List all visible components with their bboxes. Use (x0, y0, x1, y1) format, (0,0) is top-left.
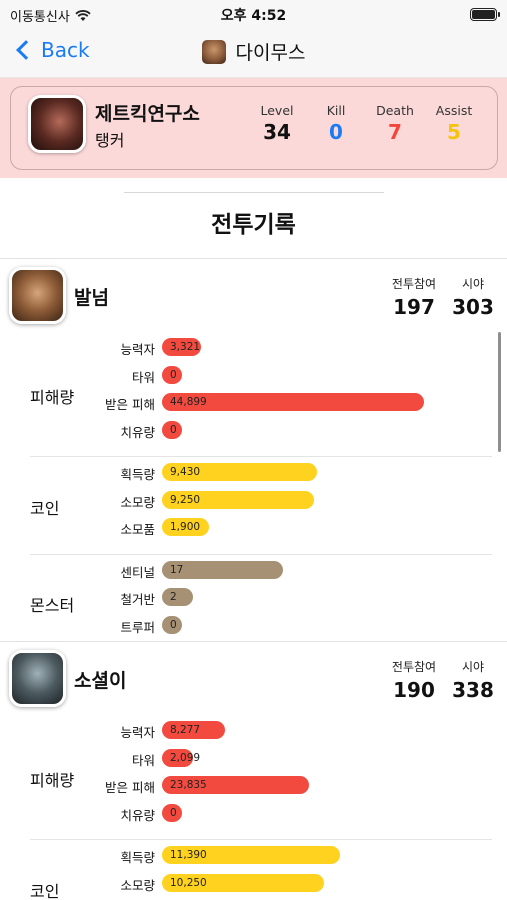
champion-stat-participation: 전투참여 197 (385, 275, 443, 319)
champion-name: 발넘 (74, 287, 109, 309)
champion-stat-vision: 시야 303 (450, 275, 496, 319)
row-label: 획득량 (120, 850, 155, 865)
stat-bar: 11,390 (162, 846, 341, 864)
stat-label: 전투참여 (391, 277, 437, 291)
stat-bar: 0 (162, 365, 182, 384)
stat-value: 303 (452, 295, 494, 319)
stat-label: 시야 (461, 660, 485, 674)
stat-kill: Kill 0 (306, 103, 366, 144)
row-label: 센티널 (120, 564, 155, 580)
stat-bar: 2,099 (162, 748, 200, 767)
stat-bar: 2 (162, 588, 194, 606)
champion-avatar (9, 650, 66, 707)
row-label: 받은 피해 (105, 780, 155, 795)
player-summary: 제트킥연구소 탱커 Level 34 Kill 0 Death 7 Assist… (0, 78, 507, 178)
stat-group: 코인 획득량 9,430 소모량 9,250 소모품 1,900 (0, 457, 507, 555)
row-label: 능력자 (120, 725, 155, 740)
player-name: 제트킥연구소 (95, 103, 200, 125)
stat-value: 197 (393, 295, 435, 319)
row-label: 소모량 (120, 494, 155, 510)
stat-group: 몬스터 센티널 17 철거반 2 트루퍼 0 (0, 555, 507, 653)
stat-assist: Assist 5 (424, 103, 484, 144)
stat-death: Death 7 (365, 103, 425, 144)
stat-value: 338 (452, 678, 494, 702)
stat-bar: 23,835 (162, 776, 309, 794)
champion-thumbnail-icon (201, 39, 226, 64)
navigation-bar: Back 다이무스 (0, 28, 507, 78)
player-avatar (28, 95, 86, 153)
champion-avatar (9, 267, 66, 324)
status-bar: 이동통신사 오후 4:52 (0, 0, 507, 28)
stat-group: 코인획득량11,390소모량10,250소모품 (0, 840, 507, 900)
row-label: 받은 피해 (105, 397, 155, 412)
row-label: 치유량 (120, 424, 155, 440)
stat-level: Level 34 (247, 103, 307, 144)
stat-value: 7 (388, 120, 402, 144)
stat-bar: 8,277 (162, 721, 225, 739)
player-role: 탱커 (95, 131, 125, 150)
champion-name: 소셜이 (74, 670, 127, 692)
stat-bar: 44,899 (162, 393, 424, 411)
battery-icon (470, 8, 500, 21)
divider (0, 641, 507, 642)
group-label: 코인 (30, 498, 60, 518)
scroll-indicator[interactable] (498, 332, 501, 452)
stat-label: Kill (326, 103, 346, 118)
row-label: 철거반 (120, 592, 155, 607)
nav-title-text: 다이무스 (235, 42, 306, 64)
stat-bar: 0 (162, 420, 182, 439)
row-label: 타워 (131, 752, 155, 768)
row-label: 획득량 (120, 467, 155, 482)
stat-bar: 10,250 (162, 873, 325, 892)
divider (124, 192, 384, 193)
stat-bar: 0 (162, 803, 182, 822)
stat-group: 피해량 능력자 3,321 타워 0 받은 피해 44,899 치유량 0 (0, 332, 507, 457)
stat-label: Death (376, 103, 414, 118)
stat-label: 시야 (461, 277, 485, 291)
champion-stat-vision: 시야 338 (450, 658, 496, 702)
stat-bar: 1,900 (162, 518, 210, 536)
group-label: 코인 (30, 881, 60, 900)
stat-value: 190 (393, 678, 435, 702)
stat-bar: 9,250 (162, 490, 314, 509)
stat-bar: 3,321 (162, 338, 202, 356)
section-title: 전투기록 (211, 212, 296, 238)
stat-label: Level (260, 103, 294, 118)
divider (0, 258, 507, 259)
row-label: 트루퍼 (120, 619, 155, 635)
stat-group: 피해량 능력자 8,277 타워 2,099 받은 피해 23,835 치유량 0 (0, 715, 507, 840)
nav-title: 다이무스 (0, 38, 507, 65)
row-label: 능력자 (120, 342, 155, 357)
stat-label: Assist (435, 103, 473, 118)
stat-value: 5 (447, 120, 461, 144)
stat-bar: 17 (162, 560, 283, 579)
stat-value: 34 (263, 120, 291, 144)
row-label: 타워 (131, 369, 155, 385)
player-card: 제트킥연구소 탱커 Level 34 Kill 0 Death 7 Assist… (10, 86, 498, 170)
row-label: 소모품 (120, 522, 155, 537)
clock: 오후 4:52 (220, 8, 287, 24)
stat-bar: 0 (162, 615, 182, 634)
stat-value: 0 (329, 120, 343, 144)
champion-stat-participation: 전투참여 190 (385, 658, 443, 702)
stat-label: 전투참여 (391, 660, 437, 674)
stat-bar: 9,430 (162, 463, 317, 481)
row-label: 소모량 (120, 877, 155, 893)
row-label: 치유량 (120, 807, 155, 823)
